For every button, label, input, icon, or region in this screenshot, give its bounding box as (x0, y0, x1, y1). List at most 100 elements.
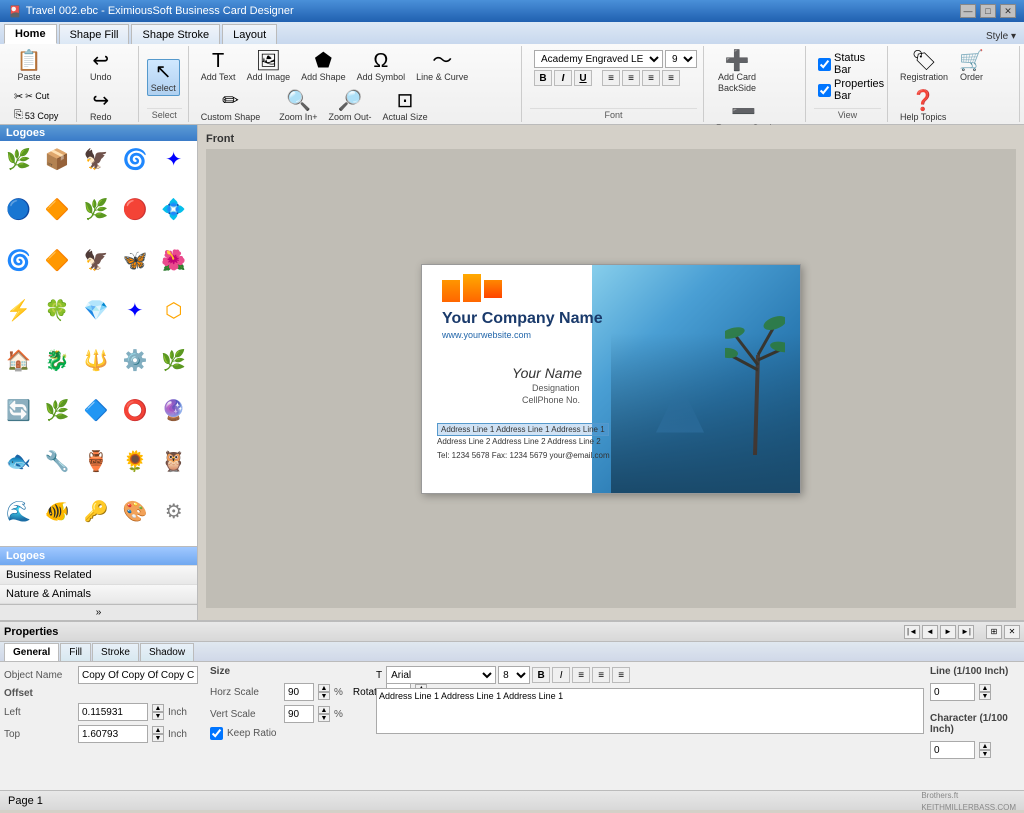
actual-size-button[interactable]: ⊡ Actual Size (379, 88, 432, 125)
minimize-button[interactable]: — (960, 4, 976, 18)
list-item[interactable]: 🌻 (118, 445, 151, 478)
category-business-related[interactable]: Business Related (0, 566, 197, 585)
list-item[interactable]: 💠 (157, 193, 190, 226)
list-item[interactable]: 🔶 (41, 244, 74, 277)
props-nav-first[interactable]: |◄ (904, 625, 920, 639)
list-item[interactable]: 🔑 (80, 495, 113, 528)
italic-button[interactable]: I (554, 70, 572, 86)
char-spacing-input[interactable] (930, 741, 975, 759)
horz-spin-down[interactable]: ▼ (318, 692, 330, 700)
list-item[interactable]: 🌿 (80, 193, 113, 226)
line-spin-up[interactable]: ▲ (979, 684, 991, 692)
text-bold-button[interactable]: B (532, 667, 550, 683)
cut-button[interactable]: ✂ ✂ Cut (10, 88, 65, 105)
custom-shape-button[interactable]: ✏ Custom Shape (197, 88, 265, 125)
list-item[interactable]: 🌿 (2, 143, 35, 176)
list-item[interactable]: ⚙️ (118, 344, 151, 377)
text-font-select[interactable]: Arial (386, 666, 496, 684)
text-italic-button[interactable]: I (552, 667, 570, 683)
list-item[interactable]: ✦ (118, 294, 151, 327)
address-line1[interactable]: Address Line 1 Address Line 1 Address Li… (437, 423, 609, 436)
redo-button[interactable]: ↪ Redo (85, 88, 117, 125)
list-item[interactable]: ⬡ (157, 294, 190, 327)
char-spin-down[interactable]: ▼ (979, 750, 991, 758)
object-name-input[interactable] (78, 666, 198, 684)
category-logoes[interactable]: Logoes (0, 547, 197, 566)
align-left-button[interactable]: ≡ (602, 70, 620, 86)
list-item[interactable]: 🔱 (80, 344, 113, 377)
props-float-button[interactable]: ⊞ (986, 625, 1002, 639)
list-item[interactable]: 🎨 (118, 495, 151, 528)
tab-shape-stroke[interactable]: Shape Stroke (131, 24, 220, 44)
top-spin-down[interactable]: ▼ (152, 734, 164, 742)
horz-scale-input[interactable] (284, 683, 314, 701)
char-spin-up[interactable]: ▲ (979, 742, 991, 750)
keep-ratio-checkbox[interactable] (210, 727, 223, 740)
list-item[interactable]: ✦ (157, 143, 190, 176)
list-item[interactable]: 🔶 (41, 193, 74, 226)
props-close-button[interactable]: ✕ (1004, 625, 1020, 639)
order-button[interactable]: 🛒 Order (955, 48, 988, 85)
properties-bar-checkbox[interactable] (818, 84, 831, 97)
list-item[interactable]: 🔵 (2, 193, 35, 226)
list-item[interactable]: 🏠 (2, 344, 35, 377)
line-spacing-input[interactable] (930, 683, 975, 701)
business-card[interactable]: Your Company Name www.yourwebsite.com Yo… (421, 264, 801, 494)
add-text-button[interactable]: T Add Text (197, 48, 240, 85)
tab-layout[interactable]: Layout (222, 24, 277, 44)
text-align-right[interactable]: ≡ (612, 667, 630, 683)
close-button[interactable]: ✕ (1000, 4, 1016, 18)
list-item[interactable]: ⚡ (2, 294, 35, 327)
paste-button[interactable]: 📋 Paste (10, 48, 48, 85)
list-item[interactable]: ⭕ (118, 394, 151, 427)
top-value-input[interactable] (78, 725, 148, 743)
status-bar-checkbox[interactable] (818, 58, 831, 71)
props-nav-prev[interactable]: ◄ (922, 625, 938, 639)
text-size-select[interactable]: 8 (498, 666, 530, 684)
line-spin-down[interactable]: ▼ (979, 692, 991, 700)
underline-button[interactable]: U (574, 70, 592, 86)
list-item[interactable]: 🌿 (157, 344, 190, 377)
list-item[interactable]: 📦 (41, 143, 74, 176)
list-item[interactable]: 🍀 (41, 294, 74, 327)
text-content-area[interactable]: Address Line 1 Address Line 1 Address Li… (376, 688, 924, 734)
list-item[interactable]: 🔮 (157, 394, 190, 427)
list-item[interactable]: 🐟 (2, 445, 35, 478)
list-item[interactable]: 🌀 (2, 244, 35, 277)
text-align-center[interactable]: ≡ (592, 667, 610, 683)
left-value-input[interactable] (78, 703, 148, 721)
add-image-button[interactable]: 🖼 Add Image (243, 48, 295, 85)
bold-button[interactable]: B (534, 70, 552, 86)
tab-shape-fill[interactable]: Shape Fill (59, 24, 130, 44)
align-justify-button[interactable]: ≡ (662, 70, 680, 86)
vert-spin-down[interactable]: ▼ (318, 714, 330, 722)
tab-fill[interactable]: Fill (60, 643, 91, 661)
registration-button[interactable]: 🏷 Registration (896, 48, 952, 85)
tab-shadow[interactable]: Shadow (140, 643, 194, 661)
tab-home[interactable]: Home (4, 24, 57, 44)
style-dropdown[interactable]: Style ▾ (978, 29, 1024, 44)
add-card-backside-button[interactable]: ➕ Add Card BackSide (712, 48, 762, 96)
horz-spin-up[interactable]: ▲ (318, 684, 330, 692)
list-item[interactable]: 🦋 (118, 244, 151, 277)
list-item[interactable]: 🔧 (41, 445, 74, 478)
add-symbol-button[interactable]: Ω Add Symbol (353, 48, 410, 85)
props-nav-next[interactable]: ► (940, 625, 956, 639)
tab-stroke[interactable]: Stroke (92, 643, 139, 661)
list-item[interactable]: 🔄 (2, 394, 35, 427)
list-item[interactable]: 🦉 (157, 445, 190, 478)
align-center-button[interactable]: ≡ (622, 70, 640, 86)
list-item[interactable]: 🐠 (41, 495, 74, 528)
help-button[interactable]: ❓ Help Topics (896, 88, 950, 125)
panel-expand-button[interactable]: » (0, 604, 197, 620)
copy-button[interactable]: ⎘ 53 Copy (10, 107, 65, 124)
undo-button[interactable]: ↩ Undo (85, 48, 117, 85)
left-spin-down[interactable]: ▼ (152, 712, 164, 720)
line-curve-button[interactable]: 〜 Line & Curve (412, 48, 472, 85)
list-item[interactable]: ⚙ (157, 495, 190, 528)
list-item[interactable]: 🦅 (80, 143, 113, 176)
category-nature-animals[interactable]: Nature & Animals (0, 585, 197, 604)
maximize-button[interactable]: □ (980, 4, 996, 18)
select-button[interactable]: ↖ Select (147, 59, 180, 96)
add-shape-button[interactable]: ⬟ Add Shape (297, 48, 350, 85)
